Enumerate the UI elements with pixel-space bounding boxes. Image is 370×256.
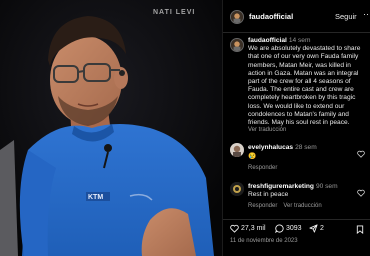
comment-username[interactable]: evelynhalucas: [248, 144, 293, 151]
post-header: faudaofficial Seguir ⋯: [223, 0, 370, 33]
avatar-image-icon: [230, 143, 244, 157]
comment-header: evelynhalucas 28 sem: [248, 144, 317, 151]
heart-icon[interactable]: [357, 189, 365, 197]
comment-header: freshfiguremarketing 90 sem: [248, 183, 338, 190]
comment-time: 90 sem: [315, 183, 338, 190]
avatar-image-icon: [230, 182, 244, 196]
more-options-icon[interactable]: ⋯: [363, 9, 370, 20]
caption-username[interactable]: faudaofficial: [248, 37, 287, 44]
reply-button[interactable]: Responder: [248, 165, 277, 171]
caption-time: 14 sem: [288, 37, 311, 44]
comment-action[interactable]: 3093: [275, 224, 302, 233]
account-avatar[interactable]: [230, 10, 244, 24]
photo-illustration: KTM: [0, 0, 222, 256]
comment-translate-link[interactable]: Ver traducción: [283, 203, 321, 209]
post-photo[interactable]: KTM NATI LEVI: [0, 0, 222, 256]
heart-icon[interactable]: [357, 150, 365, 158]
caption-text-block: faudaofficial 14 sem We are absolutely de…: [248, 37, 370, 127]
comment-bubble-icon[interactable]: [275, 224, 284, 233]
shirt-logo-text: KTM: [88, 194, 103, 201]
post-action-bar: 27,3 mil 3093 2: [223, 219, 370, 237]
comment-time: 28 sem: [295, 144, 317, 151]
comment-username[interactable]: freshfiguremarketing: [248, 183, 314, 190]
comment-count: 3093: [286, 225, 302, 232]
like-action[interactable]: 27,3 mil: [230, 224, 266, 233]
caption-body: We are absolutely devastated to share th…: [248, 45, 361, 127]
photo-watermark: NATI LEVI: [153, 9, 196, 16]
caption-avatar[interactable]: [230, 38, 244, 52]
avatar-image-icon: [231, 39, 243, 51]
heart-icon[interactable]: [230, 224, 239, 233]
comment-actions: Responder: [248, 165, 283, 171]
bookmark-icon[interactable]: [356, 225, 364, 234]
avatar-image-icon: [231, 11, 243, 23]
comment-avatar[interactable]: [230, 143, 244, 157]
post-info-panel: faudaofficial Seguir ⋯ faudaofficial 14 s…: [222, 0, 370, 256]
follow-button[interactable]: Seguir: [335, 12, 357, 21]
reply-button[interactable]: Responder: [248, 203, 277, 209]
comment-body: 😢: [248, 153, 257, 160]
share-icon[interactable]: [309, 224, 318, 233]
like-count: 27,3 mil: [241, 225, 266, 232]
comment-avatar[interactable]: [230, 182, 244, 196]
share-count: 2: [320, 225, 324, 232]
share-action[interactable]: 2: [309, 224, 324, 233]
comment-actions: Responder Ver traducción: [248, 203, 328, 209]
post-date: 11 de noviembre de 2023: [230, 238, 298, 244]
comment-body: Rest in peace: [248, 191, 289, 198]
account-username[interactable]: faudaofficial: [249, 12, 293, 21]
caption-translate-link[interactable]: Ver traducción: [248, 127, 286, 133]
